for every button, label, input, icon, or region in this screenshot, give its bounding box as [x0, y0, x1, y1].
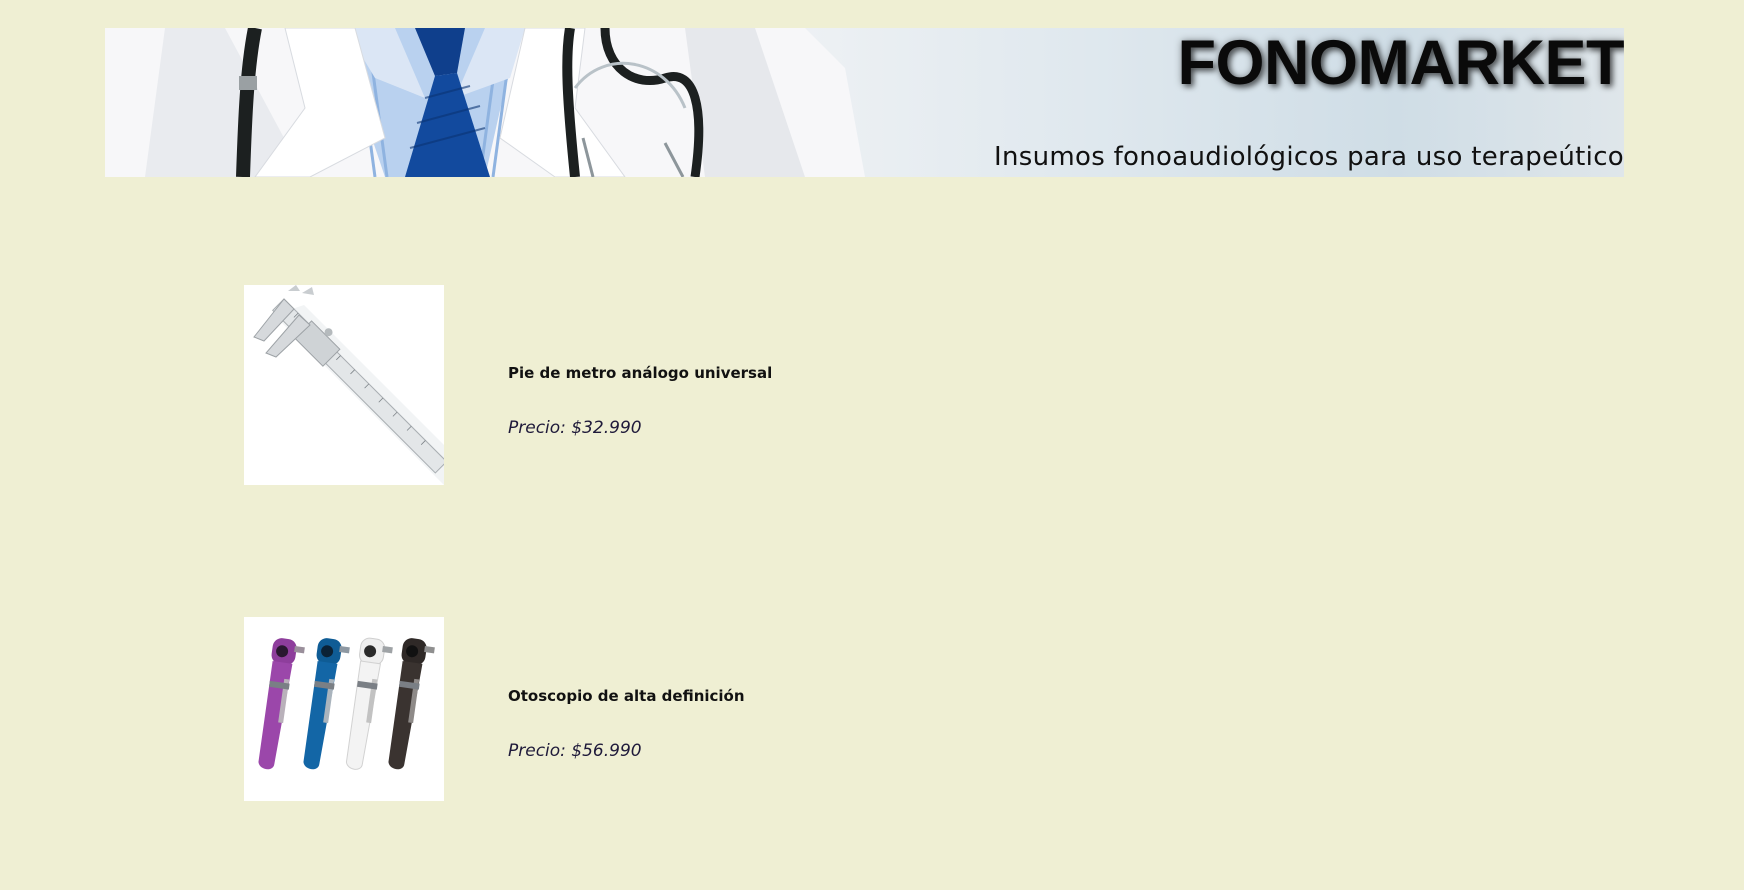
product-name[interactable]: Pie de metro análogo universal — [508, 364, 772, 382]
page: FONOMARKET Insumos fonoaudiológicos para… — [0, 0, 1744, 890]
doctor-banner-image — [105, 28, 865, 177]
caliper-image[interactable] — [244, 285, 448, 485]
product-price: Precio: $56.990 — [508, 741, 642, 761]
product-price: Precio: $32.990 — [508, 418, 642, 438]
brand-title: FONOMARKET — [1177, 28, 1624, 98]
header-banner: FONOMARKET Insumos fonoaudiológicos para… — [105, 28, 1624, 177]
brand-tagline: Insumos fonoaudiológicos para uso terape… — [993, 142, 1624, 172]
product-name[interactable]: Otoscopio de alta definición — [508, 687, 745, 705]
otoscopes-image[interactable] — [244, 617, 444, 801]
